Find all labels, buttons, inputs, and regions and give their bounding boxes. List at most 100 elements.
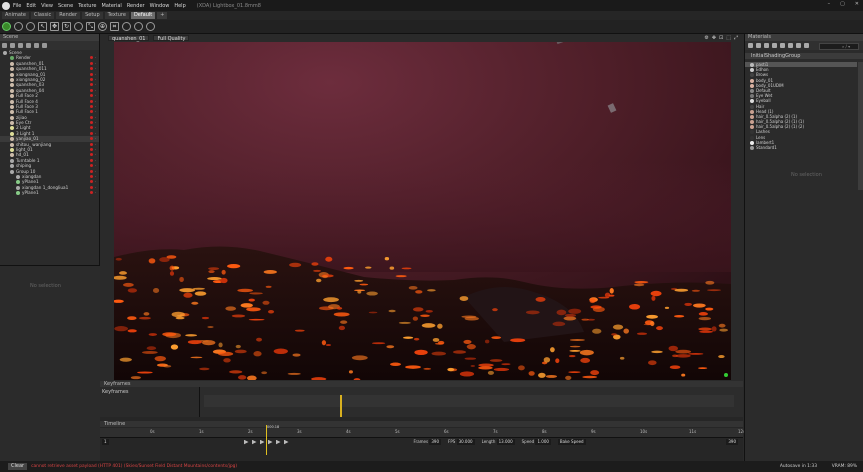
pivot-icon[interactable] xyxy=(122,22,131,31)
frames-field[interactable]: Frames 390 xyxy=(412,439,443,445)
step-forward-icon[interactable] xyxy=(267,439,273,445)
menu-file[interactable]: File xyxy=(13,3,21,9)
globe-icon[interactable] xyxy=(74,22,83,31)
scene-tree-item[interactable]: yPlane1 · xyxy=(0,190,99,196)
loop-icon[interactable] xyxy=(283,439,289,445)
target-icon[interactable]: ⊕ xyxy=(98,22,107,31)
timeline-tick-label: 3s xyxy=(297,429,302,434)
add-tab-button[interactable]: + xyxy=(157,12,168,19)
quality-dropdown[interactable]: Full Quality xyxy=(153,35,190,42)
start-frame-field[interactable]: 1 xyxy=(100,439,111,445)
clear-log-button[interactable]: Clear xyxy=(8,463,28,470)
lava-crack xyxy=(246,307,261,312)
camera-add-icon[interactable] xyxy=(18,43,23,48)
shading-group-row[interactable]: InitialShadingGroup xyxy=(745,53,863,59)
tab-default[interactable]: Default xyxy=(130,12,156,19)
status-dot-icon xyxy=(724,373,728,377)
lava-crack xyxy=(221,269,226,275)
lava-crack xyxy=(609,288,614,294)
lava-crack xyxy=(636,332,648,335)
shader-icon[interactable] xyxy=(772,43,777,48)
light-icon[interactable] xyxy=(26,22,35,31)
render-icon[interactable] xyxy=(2,22,11,31)
add-icon[interactable] xyxy=(2,43,7,48)
timeline-tick-label: 6s xyxy=(444,429,449,434)
delete-material-icon[interactable] xyxy=(796,43,801,48)
tab-classic[interactable]: Classic xyxy=(30,12,55,19)
lava-crack xyxy=(672,354,678,358)
object-type-icon xyxy=(10,61,14,66)
lava-crack xyxy=(592,328,602,334)
texture-icon[interactable] xyxy=(764,43,769,48)
status-bar: Clear cannot retrieve asset payload (HTT… xyxy=(0,461,863,472)
skip-end-icon[interactable] xyxy=(275,439,281,445)
lava-crack xyxy=(525,310,540,315)
menu-material[interactable]: Material xyxy=(102,3,122,9)
timeline-ruler[interactable]: 0s 1s 2s 3s 4s 5s 6s 7s 8s 9s 10s 11s 12s xyxy=(100,428,745,438)
camera-dropdown[interactable]: quanshen_01 xyxy=(108,35,150,42)
fullscreen-icon[interactable]: ⤢ xyxy=(734,35,738,41)
select-arrow-icon[interactable]: ↖ xyxy=(38,22,47,31)
settings-icon[interactable]: ⚙ xyxy=(704,35,708,41)
close-button[interactable]: ✕ xyxy=(855,1,859,7)
lava-crack xyxy=(569,345,581,348)
menu-window[interactable]: Window xyxy=(150,3,170,9)
delete-icon[interactable] xyxy=(42,43,47,48)
safe-frame-icon[interactable]: ⬚ xyxy=(726,35,731,41)
end-frame-field[interactable]: 390 xyxy=(724,439,740,445)
rotate-icon[interactable]: ↻ xyxy=(62,22,71,31)
scene-tree-item-label: Full Face 2 xyxy=(16,93,38,99)
lava-crack xyxy=(598,296,610,299)
materials-scrollbar[interactable] xyxy=(858,62,863,190)
menu-scene[interactable]: Scene xyxy=(58,3,73,9)
maximize-button[interactable]: ▢ xyxy=(840,1,845,7)
fps-field[interactable]: FPS 30.000 xyxy=(446,439,477,445)
step-back-icon[interactable] xyxy=(251,439,257,445)
tab-render[interactable]: Render xyxy=(56,12,81,19)
group-icon[interactable] xyxy=(26,43,31,48)
move-icon[interactable]: ✥ xyxy=(50,22,59,31)
frame-icon[interactable]: ⊡ xyxy=(719,35,723,41)
keyframe-cursor[interactable] xyxy=(340,395,342,417)
lava-crack xyxy=(414,349,428,355)
keyframe-ruler[interactable] xyxy=(204,395,734,407)
menu-help[interactable]: Help xyxy=(174,3,185,9)
render-viewport[interactable] xyxy=(114,42,731,380)
link-icon[interactable] xyxy=(804,43,809,48)
minimize-button[interactable]: – xyxy=(828,1,831,7)
tab-animate[interactable]: Animate xyxy=(2,12,29,19)
skip-start-icon[interactable] xyxy=(243,439,249,445)
lasso-icon[interactable] xyxy=(146,22,155,31)
light-add-icon[interactable] xyxy=(10,43,15,48)
menu-edit[interactable]: Edit xyxy=(26,3,36,9)
lava-crack xyxy=(408,286,418,290)
tab-texture[interactable]: Texture xyxy=(104,12,129,19)
pan-icon[interactable]: ✥ xyxy=(712,35,716,41)
sphere-icon[interactable] xyxy=(14,22,23,31)
scale-icon[interactable]: ⤡ xyxy=(86,22,95,31)
keyframe-track-label[interactable]: Keyframes xyxy=(102,389,129,395)
speed-field[interactable]: Speed 1.000 xyxy=(520,439,553,445)
lava-crack xyxy=(262,300,270,305)
visibility-toggle-icon[interactable]: · xyxy=(89,190,96,195)
material-item[interactable]: Standard1 xyxy=(745,145,857,150)
menu-render[interactable]: Render xyxy=(127,3,145,9)
play-icon[interactable] xyxy=(259,439,265,445)
length-field[interactable]: Length 13.000 xyxy=(480,439,517,445)
lava-crack xyxy=(398,321,411,324)
materials-search-input[interactable]: ⌕ / ▾ xyxy=(819,43,859,50)
sphere-preview-icon[interactable] xyxy=(756,43,761,48)
object-type-icon xyxy=(16,191,20,196)
snap-icon[interactable]: ⌗ xyxy=(110,22,119,31)
material-icon[interactable] xyxy=(34,43,39,48)
duplicate-icon[interactable] xyxy=(788,43,793,48)
folder-icon[interactable] xyxy=(780,43,785,48)
menu-texture[interactable]: Texture xyxy=(78,3,96,9)
add-material-icon[interactable] xyxy=(748,43,753,48)
tab-setup[interactable]: Setup xyxy=(82,12,103,19)
menu-view[interactable]: View xyxy=(41,3,53,9)
bake-speed-button[interactable]: Bake Speed xyxy=(556,439,588,445)
lava-crack xyxy=(478,366,493,370)
lava-crack xyxy=(333,312,350,317)
circle-tool-icon[interactable] xyxy=(134,22,143,31)
